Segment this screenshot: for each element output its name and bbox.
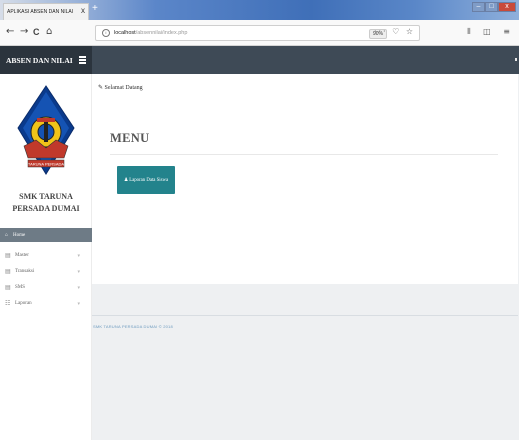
footer-text: SMK TARUNA PERSADA DUMAI © 2018 <box>93 324 173 329</box>
list-icon: ☷ <box>5 301 11 307</box>
sidebar-item-master[interactable]: ▤ Master ▾ <box>0 248 92 263</box>
close-window-button[interactable]: x <box>498 2 516 12</box>
url-path: /absennilai/index.php <box>135 30 188 36</box>
file-icon: ▤ <box>5 269 11 275</box>
chevron-down-icon: ▾ <box>77 285 80 291</box>
sidebar: TARUNA PERSADA SMK TARUNA PERSADA DUMAI … <box>0 74 92 440</box>
user-menu-icon[interactable] <box>515 58 517 61</box>
sidebar-item-label: Transaksi <box>15 269 35 274</box>
school-name-line2: PERSADA DUMAI <box>12 204 80 213</box>
toolbar-icons[interactable]: ⫴ ◫ ≡ <box>467 27 515 37</box>
hamburger-menu-icon[interactable] <box>79 56 86 65</box>
sidebar-item-label: Master <box>15 253 29 258</box>
url-bar[interactable]: i localhost/absennilai/index.php 90% ···… <box>95 25 420 41</box>
logo-banner-text: TARUNA PERSADA <box>28 162 64 167</box>
sidebar-item-label: Laporan <box>15 301 32 306</box>
browser-tab[interactable]: APLIKASI ABSEN DAN NILAI x <box>3 3 89 20</box>
school-name: SMK TARUNA PERSADA DUMAI <box>0 191 92 215</box>
sidebar-item-laporan[interactable]: ☷ Laporan ▾ <box>0 296 92 311</box>
sidebar-item-label: Home <box>13 232 26 238</box>
chevron-down-icon: ▾ <box>77 253 80 259</box>
home-icon[interactable]: ⌂ <box>46 27 52 37</box>
sidebar-item-home[interactable]: ⌂ Home <box>0 228 92 242</box>
chevron-down-icon: ▾ <box>77 269 80 275</box>
main-panel: ✎ Selamat Datang MENU ♟ Laporan Data Sis… <box>92 74 518 284</box>
page-title: MENU <box>110 131 150 145</box>
new-tab-button[interactable]: + <box>92 4 102 14</box>
url-host: localhost <box>114 30 136 36</box>
page-actions-icon[interactable]: ··· ♡ ☆ <box>374 27 415 36</box>
user-icon: ♟ <box>123 177 129 183</box>
back-icon[interactable]: ← <box>6 27 14 37</box>
maximize-button[interactable]: □ <box>485 2 498 12</box>
site-info-icon[interactable]: i <box>102 29 110 37</box>
school-logo-icon: TARUNA PERSADA <box>17 85 75 175</box>
tab-close-icon[interactable]: x <box>81 7 85 15</box>
divider <box>110 154 498 155</box>
sidebar-item-transaksi[interactable]: ▤ Transaksi ▾ <box>0 264 92 279</box>
home-menu-icon: ⌂ <box>5 232 9 238</box>
browser-titlebar: APLIKASI ABSEN DAN NILAI x + – □ x <box>0 0 519 20</box>
sidebar-item-sms[interactable]: ▤ SMS ▾ <box>0 280 92 295</box>
laporan-data-siswa-button[interactable]: ♟ Laporan Data Siswa <box>117 166 175 194</box>
browser-navbar: ← → C ⌂ i localhost/absennilai/index.php… <box>0 20 519 46</box>
chevron-down-icon: ▾ <box>77 301 80 307</box>
file-icon: ▤ <box>5 285 11 291</box>
pencil-icon: ✎ <box>98 85 104 91</box>
brand-title: ABSEN DAN NILAI <box>6 55 73 65</box>
sidebar-item-label: SMS <box>15 285 26 290</box>
button-label: Laporan Data Siswa <box>129 177 169 183</box>
app-header: ABSEN DAN NILAI <box>0 46 519 74</box>
footer-divider <box>92 315 518 316</box>
school-name-line1: SMK TARUNA <box>19 192 73 201</box>
tab-title: APLIKASI ABSEN DAN NILAI <box>7 9 74 15</box>
file-icon: ▤ <box>5 253 11 259</box>
reload-icon[interactable]: C <box>33 27 40 37</box>
welcome-text: ✎ Selamat Datang <box>98 84 143 91</box>
window-controls: – □ x <box>472 2 516 12</box>
welcome-label: Selamat Datang <box>104 85 143 91</box>
forward-icon[interactable]: → <box>20 27 28 37</box>
minimize-button[interactable]: – <box>472 2 485 12</box>
